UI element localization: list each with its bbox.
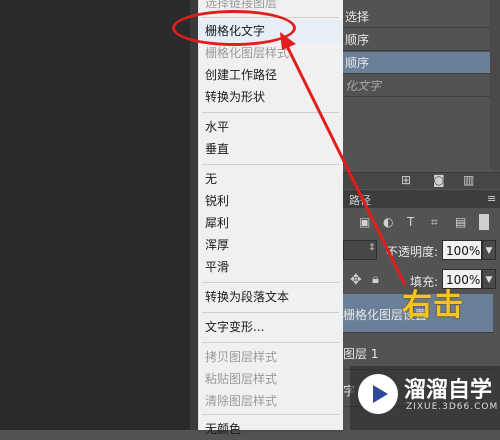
play-logo-icon	[358, 374, 398, 414]
watermark-title: 溜溜自学	[404, 378, 493, 403]
right-click-annotation: 右击	[402, 288, 464, 323]
watermark-subtitle: ZIXUE.3D66.COM	[406, 402, 499, 412]
watermark: 溜溜自学 ZIXUE.3D66.COM	[350, 366, 500, 430]
